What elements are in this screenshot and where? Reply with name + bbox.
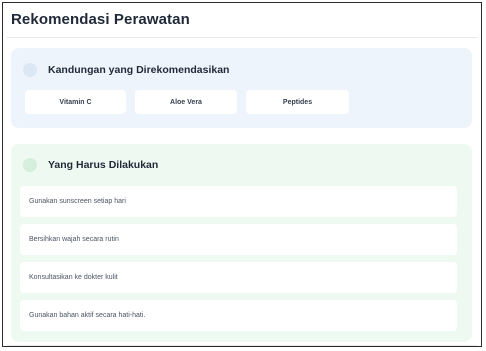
ingredient-chip-aloe-vera[interactable]: Aloe Vera [135, 90, 237, 114]
page-title: Rekomendasi Perawatan [11, 11, 190, 28]
todo-item[interactable]: Gunakan sunscreen setiap hari [20, 186, 457, 217]
ingredients-section: Kandungan yang Direkomendasikan Vitamin … [11, 48, 472, 128]
todo-item[interactable]: Konsultasikan ke dokter kulit [20, 262, 457, 293]
bottom-divider [7, 345, 477, 346]
ingredients-header: Kandungan yang Direkomendasikan [23, 63, 229, 77]
title-divider [7, 37, 477, 38]
ingredient-chip-vitamin-c[interactable]: Vitamin C [25, 90, 126, 114]
ingredient-chips: Vitamin C Aloe Vera Peptides [25, 90, 358, 114]
ingredients-title: Kandungan yang Direkomendasikan [48, 64, 230, 76]
todo-header: Yang Harus Dilakukan [23, 158, 158, 172]
recommendation-panel: Rekomendasi Perawatan Kandungan yang Dir… [2, 2, 482, 347]
todo-list: Gunakan sunscreen setiap hari Bersihkan … [20, 186, 457, 331]
circle-icon [23, 158, 37, 172]
todo-title: Yang Harus Dilakukan [48, 159, 159, 171]
todo-section: Yang Harus Dilakukan Gunakan sunscreen s… [11, 144, 472, 342]
todo-item[interactable]: Gunakan bahan aktif secara hati-hati. [20, 300, 457, 331]
todo-item[interactable]: Bersihkan wajah secara rutin [20, 224, 457, 255]
circle-icon [23, 63, 37, 77]
ingredient-chip-peptides[interactable]: Peptides [246, 90, 349, 114]
